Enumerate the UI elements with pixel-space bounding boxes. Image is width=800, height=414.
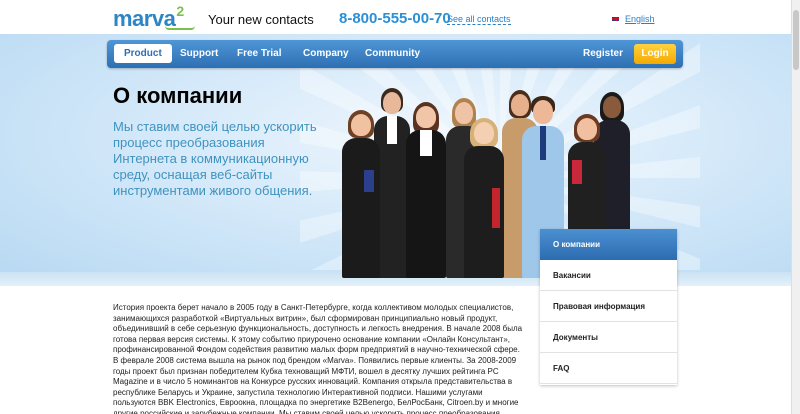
side-menu: О компании Вакансии Правовая информация …	[540, 229, 677, 385]
company-history-text: История проекта берет начало в 2005 году…	[113, 303, 523, 414]
side-item-vacancies[interactable]: Вакансии	[540, 260, 677, 291]
side-item-faq[interactable]: FAQ	[540, 353, 677, 384]
marva-logo[interactable]: marva2	[113, 3, 195, 32]
side-item-legal-info[interactable]: Правовая информация	[540, 291, 677, 322]
tagline: Your new contacts	[208, 12, 314, 27]
login-button[interactable]: Login	[634, 44, 676, 64]
page-title: О компании	[113, 83, 243, 108]
scrollbar-thumb[interactable]	[793, 10, 799, 70]
see-all-contacts-link[interactable]: See all contacts	[447, 14, 511, 25]
language-label: English	[625, 14, 655, 24]
hero-mission-text: Мы ставим своей целью ускорить процесс п…	[113, 119, 317, 198]
phone-number: 8-800-555-00-70	[339, 10, 451, 27]
side-item-documents[interactable]: Документы	[540, 322, 677, 353]
register-link[interactable]: Register	[583, 48, 623, 59]
nav-item-community[interactable]: Community	[365, 48, 420, 59]
nav-item-company[interactable]: Company	[303, 48, 349, 59]
side-item-about[interactable]: О компании	[540, 229, 677, 260]
nav-item-product[interactable]: Product	[114, 44, 172, 63]
uk-flag-icon	[611, 16, 620, 22]
main-nav: Product Support Free Trial Company Commu…	[107, 40, 683, 68]
logo-wave-icon	[165, 26, 195, 30]
nav-item-free-trial[interactable]: Free Trial	[237, 48, 281, 59]
logo-superscript: 2	[176, 3, 184, 19]
page-scrollbar[interactable]	[791, 0, 800, 414]
language-selector[interactable]: English	[611, 14, 655, 24]
nav-item-support[interactable]: Support	[180, 48, 218, 59]
